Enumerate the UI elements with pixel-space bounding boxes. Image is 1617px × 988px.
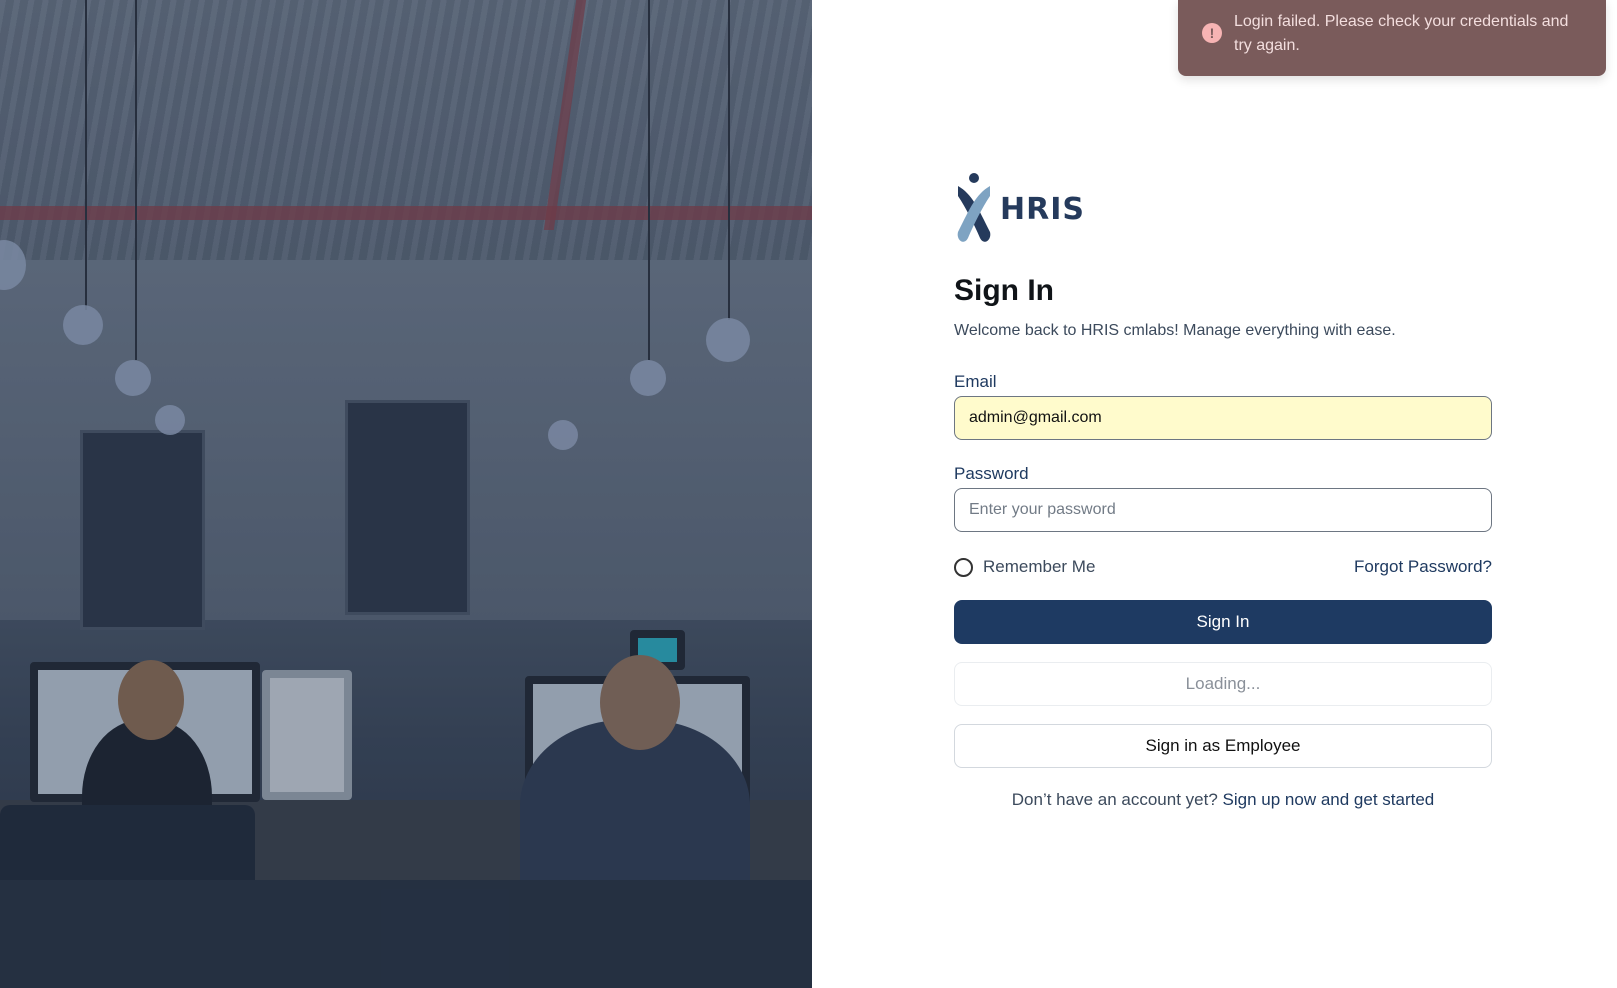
remember-me-checkbox[interactable] [954, 557, 973, 577]
signup-prompt-text: Don’t have an account yet? [1011, 790, 1218, 809]
signup-link[interactable]: Sign up now and get started [1223, 790, 1435, 809]
email-group: Email admin@gmail.com [954, 372, 1492, 440]
office-background-image [0, 0, 812, 988]
signup-prompt: Don’t have an account yet? Sign up now a… [954, 790, 1492, 810]
error-toast: ! Login failed. Please check your creden… [1178, 0, 1606, 76]
page-subtitle: Welcome back to HRIS cmlabs! Manage ever… [954, 322, 1396, 339]
loading-button[interactable]: Loading... [954, 662, 1492, 706]
email-field[interactable]: admin@gmail.com [954, 396, 1492, 440]
options-row: Remember Me Forgot Password? [954, 556, 1492, 578]
sign-in-employee-button[interactable]: Sign in as Employee [954, 724, 1492, 768]
page-title: Sign In [954, 274, 1054, 307]
password-field[interactable]: Enter your password [954, 488, 1492, 532]
password-group: Password Enter your password [954, 464, 1492, 532]
logo: HRIS [954, 172, 1492, 246]
email-label: Email [954, 372, 997, 391]
forgot-password-link[interactable]: Forgot Password? [1354, 557, 1492, 577]
logo-text: HRIS [1000, 191, 1085, 227]
toast-message: Login failed. Please check your credenti… [1234, 13, 1569, 54]
hris-logo-icon [957, 173, 991, 242]
password-label: Password [954, 464, 1029, 483]
remember-me-label: Remember Me [983, 557, 1096, 576]
error-icon: ! [1202, 23, 1222, 43]
sign-in-button[interactable]: Sign In [954, 600, 1492, 644]
sign-in-form: HRIS Sign In Welcome back to HRIS cmlabs… [954, 172, 1492, 810]
remember-me[interactable]: Remember Me [954, 557, 1095, 577]
